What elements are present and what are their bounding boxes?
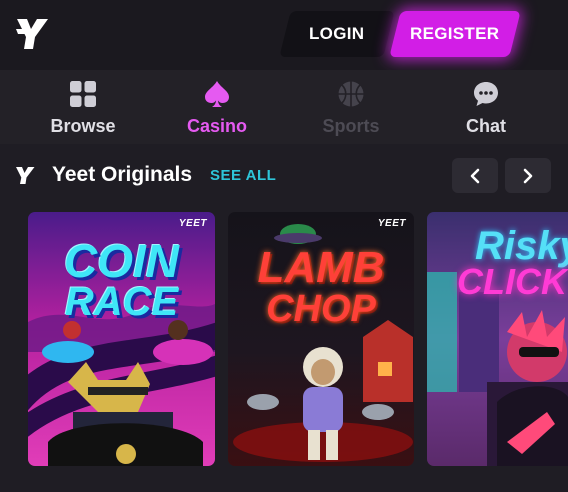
nav-label-chat: Chat — [466, 116, 506, 136]
nav-item-casino[interactable]: Casino — [157, 70, 277, 144]
top-header: LOGIN REGISTER — [0, 0, 568, 70]
yeet-logo-icon[interactable] — [15, 15, 49, 51]
login-button[interactable]: LOGIN — [279, 11, 395, 57]
carousel-prev-button[interactable] — [452, 158, 498, 193]
spade-icon — [203, 80, 231, 108]
nav-label-browse: Browse — [50, 116, 116, 136]
yeet-tag: YEET — [178, 218, 207, 229]
yeet-tag: YEET — [377, 218, 406, 229]
grid-icon — [69, 80, 97, 108]
carousel-next-button[interactable] — [505, 158, 551, 193]
nav-label-casino: Casino — [186, 116, 247, 136]
risky-click-title-line1: Risky — [475, 224, 568, 268]
chevron-left-icon — [470, 168, 480, 183]
coin-race-title-line1: COIN — [64, 235, 179, 287]
nav-item-browse[interactable]: Browse — [23, 70, 143, 144]
game-card-lamb-chop[interactable]: YEET LAMB CHOP — [228, 212, 414, 466]
chat-bubble-icon — [472, 80, 500, 108]
yeet-originals-logo-icon — [16, 167, 35, 184]
game-card-risky-click[interactable]: Risky CLICK — [427, 212, 568, 466]
section-title: Yeet Originals — [52, 163, 193, 186]
nav-item-sports[interactable]: Sports — [291, 70, 411, 144]
nav-label-sports: Sports — [322, 116, 380, 136]
register-button[interactable]: REGISTER — [389, 11, 521, 57]
lamb-chop-title-line1: LAMB — [257, 243, 385, 292]
game-card-coin-race[interactable]: YEET COIN RACE — [28, 212, 215, 466]
login-label: LOGIN — [309, 24, 365, 43]
register-label: REGISTER — [410, 24, 500, 43]
chevron-right-icon — [523, 168, 533, 183]
nav-item-chat[interactable]: Chat — [426, 70, 546, 144]
lamb-chop-title-line2: CHOP — [266, 288, 376, 330]
main-nav: Browse Casino Sports Chat — [0, 70, 568, 144]
see-all-link[interactable]: SEE ALL — [210, 167, 276, 184]
risky-click-title-line2: CLICK — [457, 261, 567, 302]
basketball-icon — [337, 80, 365, 108]
coin-race-title-line2: RACE — [64, 280, 179, 324]
